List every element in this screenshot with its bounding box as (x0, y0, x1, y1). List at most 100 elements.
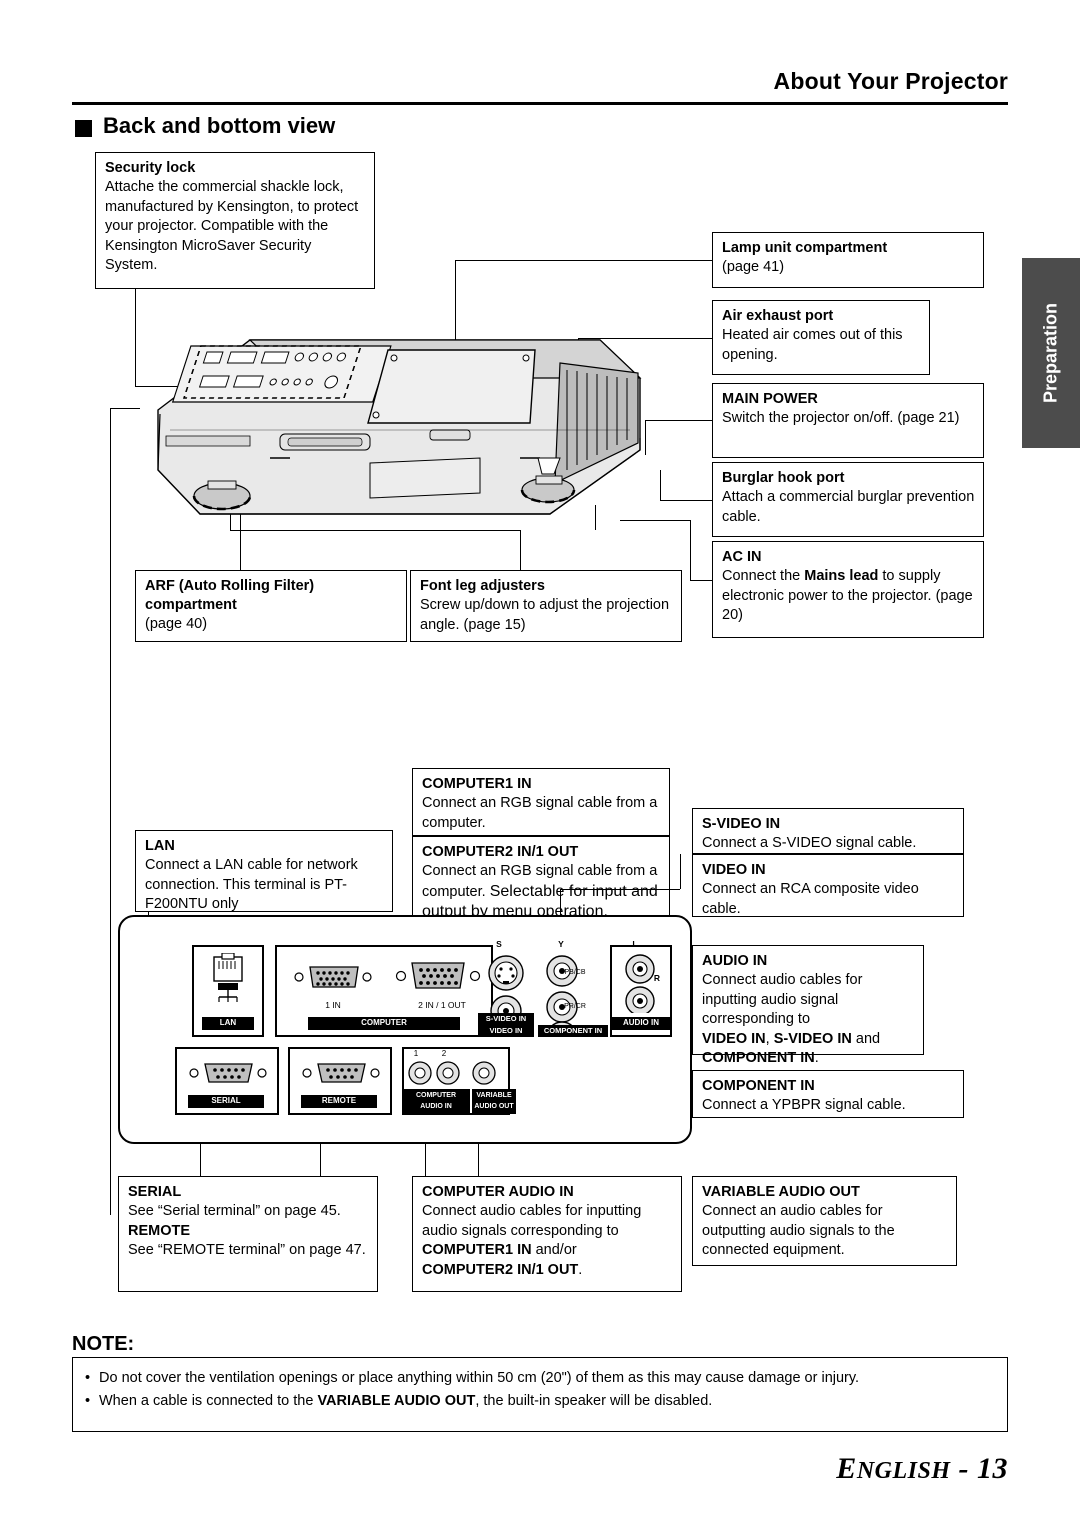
callout-serial-remote: SERIAL See “Serial terminal” on page 45.… (118, 1176, 378, 1292)
panel-label-audio-in: AUDIO IN (612, 1017, 670, 1030)
panel-label-computer-audio-in: COMPUTER AUDIO IN (402, 1089, 470, 1114)
panel-text-computer-1in: 1 IN (325, 1000, 341, 1010)
callout-body-emph-2: COMPONENT IN. (702, 1050, 819, 1066)
leader-line (560, 889, 680, 890)
callout-computer-audio-in: COMPUTER AUDIO IN Connect audio cables f… (412, 1176, 682, 1292)
callout-title: AC IN (722, 549, 762, 565)
callout-arf-compartment: ARF (Auto Rolling Filter) compartment (p… (135, 570, 407, 642)
callout-title: COMPUTER2 IN/1 OUT (422, 844, 579, 860)
page: About Your Projector Back and bottom vie… (0, 0, 1080, 1528)
panel-label-component-in: COMPONENT IN (538, 1025, 608, 1037)
callout-s-video-in: S-VIDEO IN Connect a S-VIDEO signal cabl… (692, 808, 964, 854)
callout-body: Connect an RCA composite video cable. (702, 881, 919, 917)
callout-title: COMPONENT IN (702, 1078, 815, 1094)
callout-burglar-hook-port: Burglar hook port Attach a commercial bu… (712, 462, 984, 537)
panel-text-two: 2 (441, 1049, 447, 1058)
callout-body: Connect an audio cables for outputting a… (702, 1203, 895, 1258)
callout-title: Font leg adjusters (420, 578, 545, 594)
callout-body: Attach a commercial burglar prevention c… (722, 489, 975, 525)
leader-line (680, 854, 681, 889)
panel-label-serial: SERIAL (188, 1095, 264, 1108)
callout-body: Connect the Mains lead to supply electro… (722, 568, 973, 623)
callout-lan: LAN Connect a LAN cable for network conn… (135, 830, 393, 912)
callout-body: Connect a YPBPR signal cable. (702, 1097, 906, 1113)
leader-line (455, 260, 712, 261)
callout-title: VIDEO IN (702, 862, 766, 878)
callout-body-remote: See “REMOTE terminal” on page 47. (128, 1241, 366, 1258)
panel-label-computer: COMPUTER (308, 1017, 460, 1030)
note-title: NOTE: (72, 1333, 135, 1355)
callout-title: LAN (145, 838, 175, 854)
leader-line (320, 1140, 321, 1176)
callout-security-lock: Security lock Attache the commercial sha… (95, 152, 375, 289)
callout-component-in: COMPONENT IN Connect a YPBPR signal cabl… (692, 1070, 964, 1118)
callout-title: Air exhaust port (722, 308, 834, 324)
callout-title: MAIN POWER (722, 391, 818, 407)
callout-video-in: VIDEO IN Connect an RCA composite video … (692, 854, 964, 917)
callout-computer2-in-1-out: COMPUTER2 IN/1 OUT Connect an RGB signal… (412, 836, 670, 920)
leader-line (690, 520, 691, 580)
callout-body: (page 41) (722, 259, 785, 275)
callout-title: VARIABLE AUDIO OUT (702, 1184, 860, 1200)
callout-title: AUDIO IN (702, 953, 768, 969)
callout-main-power: MAIN POWER Switch the projector on/off. … (712, 383, 984, 458)
panel-label-video-in: VIDEO IN (478, 1025, 534, 1037)
callout-body: Connect audio cables for inputting audio… (702, 972, 863, 1027)
callout-title: Burglar hook port (722, 470, 845, 486)
computer2-dsub-icon (395, 962, 481, 989)
note-box: • Do not cover the ventilation openings o… (72, 1357, 1008, 1432)
panel-text-one: 1 (413, 1049, 419, 1058)
callout-body-emph: COMPUTER1 IN and/or (422, 1242, 577, 1258)
projector-bottom-view-illustration (157, 339, 642, 515)
leader-line (200, 1140, 201, 1176)
callout-variable-audio-out: VARIABLE AUDIO OUT Connect an audio cabl… (692, 1176, 957, 1266)
header-rule (72, 102, 1008, 105)
callout-title: Lamp unit compartment (722, 240, 888, 256)
leader-line (110, 408, 140, 409)
panel-text-r: R (653, 973, 661, 983)
terminal-panel-illustration: LAN 1 IN 2 IN / 1 OUT COMPUTER S Y L S-V… (118, 915, 692, 1144)
callout-body: Switch the projector on/off. (page 21) (722, 410, 960, 426)
callout-body: See “Serial terminal” on page 45. (128, 1203, 341, 1219)
callout-ac-in: AC IN Connect the Mains lead to supply e… (712, 541, 984, 638)
callout-air-exhaust-port: Air exhaust port Heated air comes out of… (712, 300, 930, 375)
callout-title: COMPUTER1 IN (422, 776, 532, 792)
remote-dsub-icon (302, 1063, 380, 1083)
callout-body: Connect an RGB signal cable from a compu… (422, 795, 658, 831)
computer1-dsub-icon (294, 966, 372, 988)
callout-body: Screw up/down to adjust the projection a… (420, 597, 670, 633)
callout-body: Connect a LAN cable for network connecti… (145, 857, 358, 912)
callout-audio-in: AUDIO IN Connect audio cables for inputt… (692, 945, 924, 1066)
panel-text-pb-cb: PB/CB (564, 969, 586, 976)
callout-body: Connect audio cables for inputting audio… (422, 1203, 642, 1239)
callout-title-remote: REMOTE (128, 1222, 191, 1239)
serial-dsub-icon (189, 1063, 267, 1083)
note-item-1: • Do not cover the ventilation openings o… (85, 1370, 860, 1386)
callout-body: Heated air comes out of this opening. (722, 327, 903, 363)
callout-computer1-in: COMPUTER1 IN Connect an RGB signal cable… (412, 768, 670, 836)
section-marker-icon (75, 120, 92, 137)
side-tab-label: Preparation (1040, 302, 1061, 404)
callout-body: Attache the commercial shackle lock, man… (105, 179, 359, 273)
side-tab-preparation: Preparation (1022, 258, 1080, 448)
section-title: Back and bottom view (103, 113, 336, 138)
panel-text-computer-2in1out: 2 IN / 1 OUT (418, 1000, 466, 1010)
callout-title-2: compartment (145, 597, 237, 613)
callout-lamp-unit-compartment: Lamp unit compartment (page 41) (712, 232, 984, 288)
callout-title: SERIAL (128, 1184, 182, 1200)
page-title: About Your Projector (773, 68, 1008, 94)
leader-line (690, 580, 712, 581)
panel-label-s-video-in: S-VIDEO IN (478, 1013, 534, 1025)
callout-title: S-VIDEO IN (702, 816, 781, 832)
panel-text-pr-cr: PR/CR (564, 1003, 586, 1010)
callout-body: Connect a S-VIDEO signal cable. (702, 835, 917, 851)
footer-page-number: ENGLISH - 13 (836, 1452, 1008, 1485)
computer-audio-jacks-icon (408, 1061, 496, 1085)
note-item-2: • When a cable is connected to the VARIAB… (85, 1393, 713, 1409)
panel-label-variable-audio-out: VARIABLE AUDIO OUT (472, 1089, 516, 1114)
callout-title: Security lock (105, 160, 196, 176)
callout-body-emph-2: COMPUTER2 IN/1 OUT. (422, 1261, 583, 1278)
panel-text-y: Y (558, 939, 564, 949)
panel-label-remote: REMOTE (301, 1095, 377, 1108)
callout-title: ARF (Auto Rolling Filter) (145, 578, 315, 594)
